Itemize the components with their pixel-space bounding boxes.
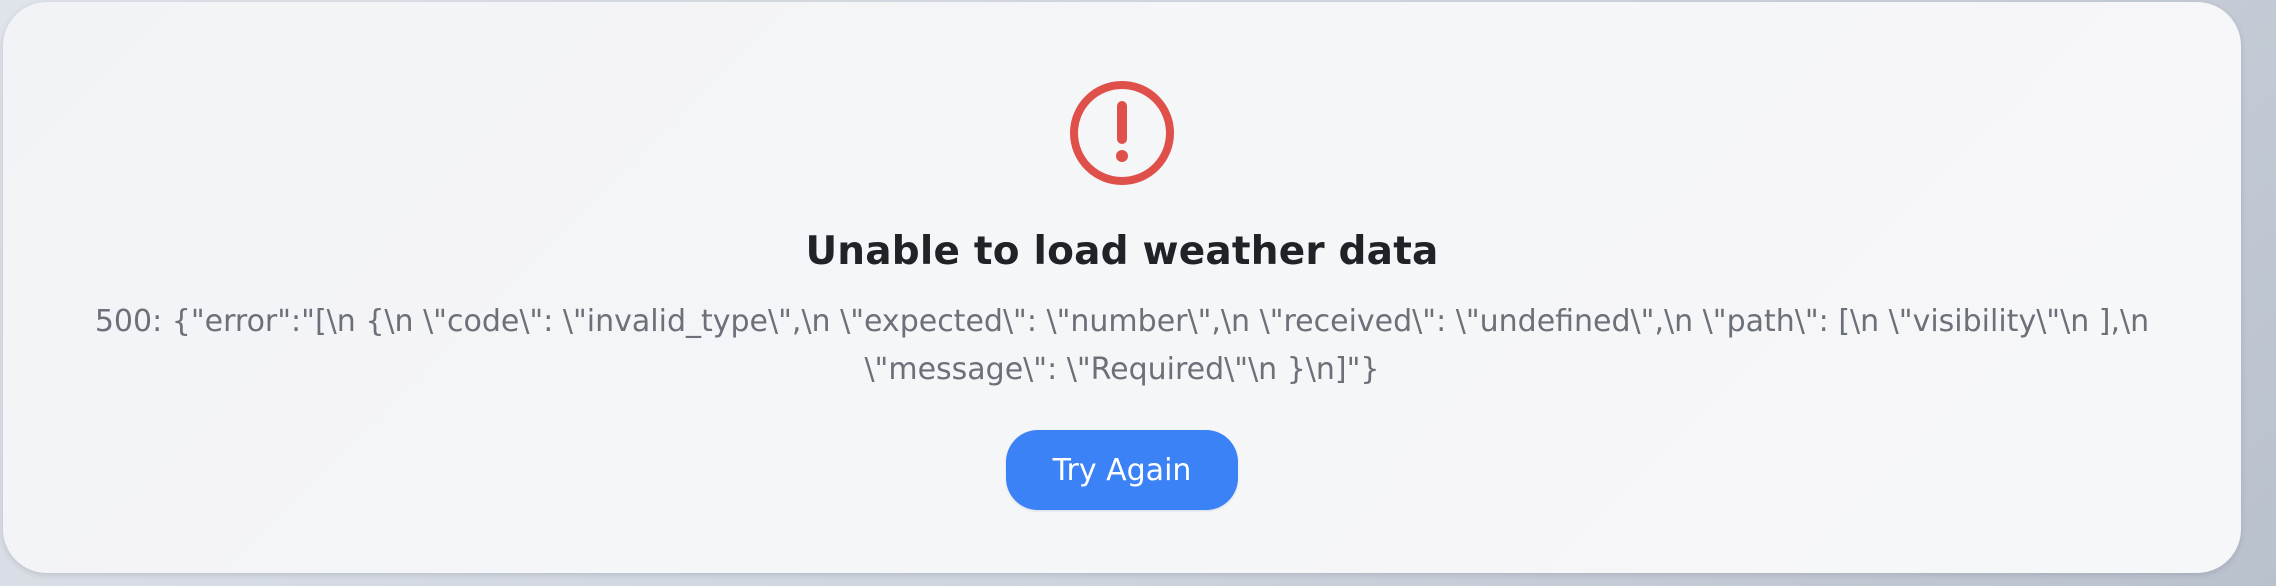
try-again-button[interactable]: Try Again xyxy=(1006,430,1238,510)
error-message: 500: {"error":"[\n {\n \"code\": \"inval… xyxy=(94,304,2150,387)
alert-circle-icon xyxy=(1067,78,1177,188)
error-card: Unable to load weather data 500: {"error… xyxy=(3,2,2241,573)
error-title: Unable to load weather data xyxy=(805,229,1439,274)
